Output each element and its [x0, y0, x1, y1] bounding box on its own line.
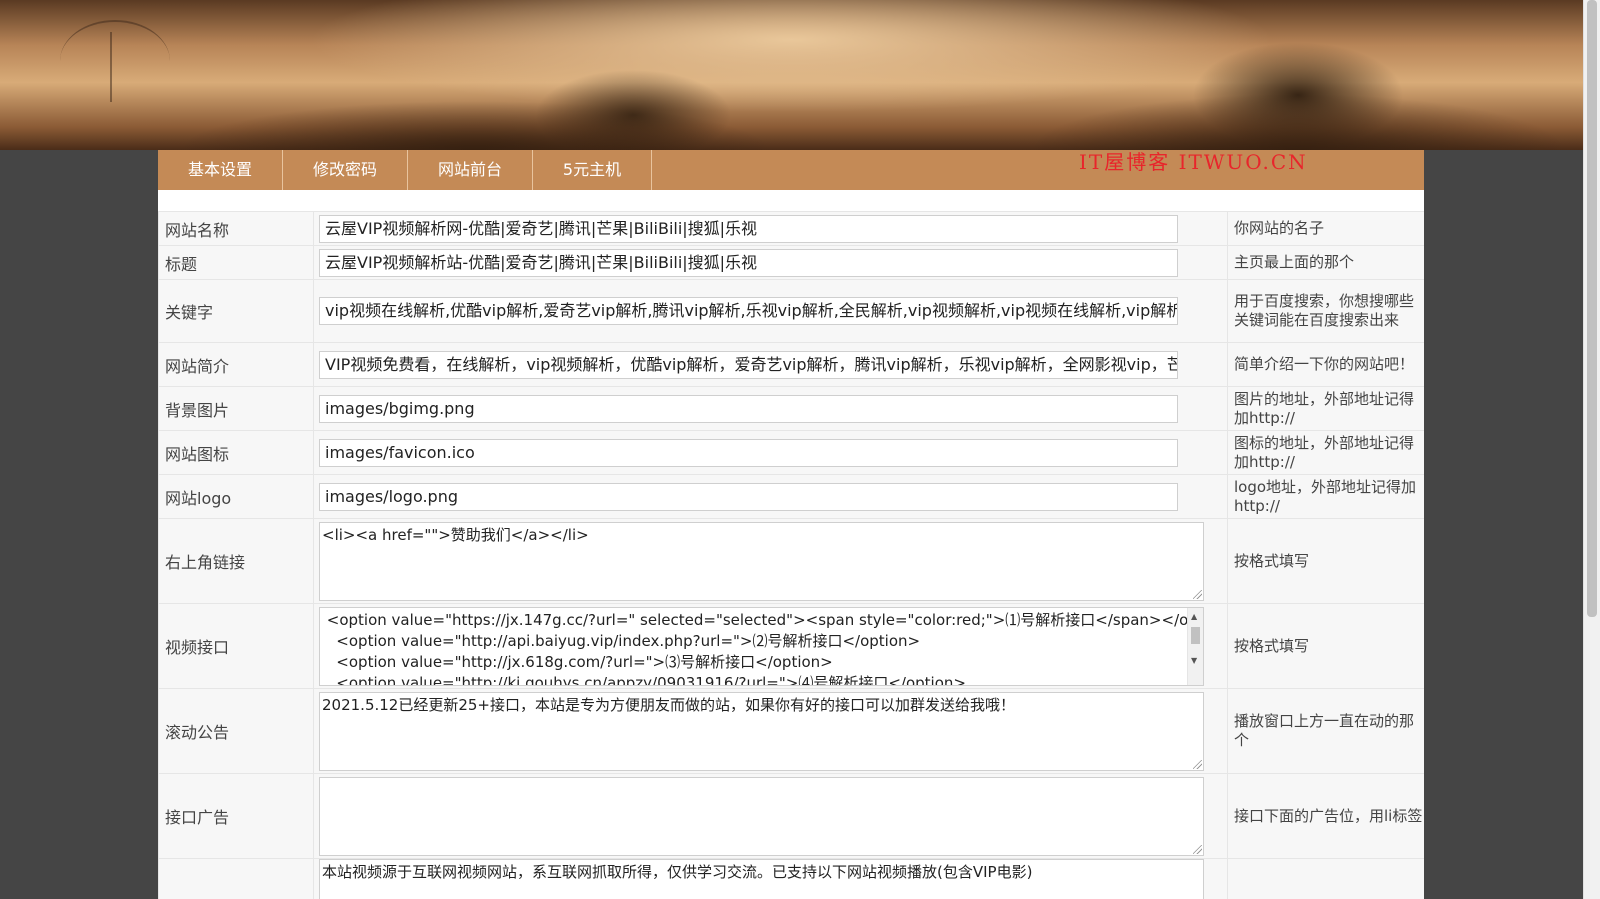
tip-notice — [1227, 858, 1424, 899]
row-logo: 网站logo images/logo.png logo地址，外部地址记得加htt… — [158, 474, 1424, 519]
video-api-textarea[interactable]: <option value="https://jx.147g.cc/?url="… — [319, 606, 1204, 686]
nav-change-password[interactable]: 修改密码 — [283, 150, 408, 190]
label-api-ad: 接口广告 — [158, 773, 314, 859]
textarea-scroll-thumb[interactable] — [1191, 626, 1200, 644]
page-scrollbar-thumb[interactable] — [1587, 0, 1597, 617]
resize-grip-icon[interactable] — [1193, 589, 1202, 599]
tip-title: 主页最上面的那个 — [1227, 245, 1424, 280]
marquee-textarea[interactable]: 2021.5.12已经更新25+接口，本站是专为方便朋友而做的站，如果你有好的接… — [319, 691, 1204, 771]
marquee-text: 2021.5.12已经更新25+接口，本站是专为方便朋友而做的站，如果你有好的接… — [322, 695, 1015, 714]
resize-grip-icon[interactable] — [1193, 844, 1202, 854]
admin-panel: 基本设置 修改密码 网站前台 5元主机 IT屋博客 ITWUO.CN 网站名称 … — [158, 150, 1424, 899]
textarea-scrollbar[interactable]: ▲ ▼ — [1187, 607, 1203, 685]
bg-image-input[interactable]: images/bgimg.png — [319, 394, 1178, 423]
keywords-input[interactable]: vip视频在线解析,优酷vip解析,爱奇艺vip解析,腾讯vip解析,乐视vip… — [319, 297, 1178, 325]
row-marquee: 滚动公告 2021.5.12已经更新25+接口，本站是专为方便朋友而做的站，如果… — [158, 688, 1424, 774]
label-marquee: 滚动公告 — [158, 688, 314, 774]
resize-grip-icon[interactable] — [1193, 759, 1202, 769]
nav-hosting[interactable]: 5元主机 — [533, 150, 652, 190]
nav-basic-settings[interactable]: 基本设置 — [158, 150, 283, 190]
notice-text: 本站视频源于互联网视频网站，系互联网抓取所得，仅供学习交流。已支持以下网站视频播… — [322, 863, 1033, 881]
label-favicon: 网站图标 — [158, 430, 314, 475]
tip-api-ad: 接口下面的广告位，用li标签 — [1227, 773, 1424, 859]
tip-video-api: 按格式填写 — [1227, 603, 1424, 689]
video-api-line: <option value="http://api.baiyug.vip/ind… — [322, 631, 921, 650]
tree-silhouette — [60, 20, 170, 102]
logo-input[interactable]: images/logo.png — [319, 482, 1178, 511]
notice-textarea[interactable]: 本站视频源于互联网视频网站，系互联网抓取所得，仅供学习交流。已支持以下网站视频播… — [319, 859, 1204, 899]
row-bg-image: 背景图片 images/bgimg.png 图片的地址，外部地址记得加http:… — [158, 386, 1424, 431]
tip-description: 简单介绍一下你的网站吧！ — [1227, 342, 1424, 387]
row-keywords: 关键字 vip视频在线解析,优酷vip解析,爱奇艺vip解析,腾讯vip解析,乐… — [158, 279, 1424, 343]
api-ad-textarea[interactable] — [319, 776, 1204, 856]
video-api-line: <option value="http://jx.618g.com/?url="… — [322, 652, 833, 671]
tip-keywords: 用于百度搜索，你想搜哪些关键词能在百度搜索出来 — [1227, 279, 1424, 343]
label-title: 标题 — [158, 245, 314, 280]
scroll-up-arrow-icon[interactable]: ▲ — [1191, 612, 1197, 622]
label-description: 网站简介 — [158, 342, 314, 387]
watermark-text: IT屋博客 ITWUO.CN — [1079, 150, 1308, 174]
top-links-text: <li><a href="">赞助我们</a></li> — [322, 525, 589, 544]
label-keywords: 关键字 — [158, 279, 314, 343]
label-site-name: 网站名称 — [158, 211, 314, 246]
row-api-ad: 接口广告 接口下面的广告位，用li标签 — [158, 773, 1424, 859]
label-bg-image: 背景图片 — [158, 386, 314, 431]
row-site-name: 网站名称 云屋VIP视频解析网-优酷|爱奇艺|腾讯|芒果|BiliBili|搜狐… — [158, 211, 1424, 246]
row-description: 网站简介 VIP视频免费看，在线解析，vip视频解析，优酷vip解析，爱奇艺vi… — [158, 342, 1424, 387]
row-title: 标题 云屋VIP视频解析站-优酷|爱奇艺|腾讯|芒果|BiliBili|搜狐|乐… — [158, 245, 1424, 280]
tip-favicon: 图标的地址，外部地址记得加http:// — [1227, 430, 1424, 475]
top-nav: 基本设置 修改密码 网站前台 5元主机 IT屋博客 ITWUO.CN — [158, 150, 1424, 190]
scroll-down-arrow-icon[interactable]: ▼ — [1191, 656, 1197, 666]
favicon-input[interactable]: images/favicon.ico — [319, 438, 1178, 467]
header-banner-image — [0, 0, 1583, 150]
video-api-line: <option value="https://jx.147g.cc/?url="… — [322, 610, 1204, 629]
title-input[interactable]: 云屋VIP视频解析站-优酷|爱奇艺|腾讯|芒果|BiliBili|搜狐|乐视 — [319, 248, 1178, 277]
nav-site-frontend[interactable]: 网站前台 — [408, 150, 533, 190]
row-top-links: 右上角链接 <li><a href="">赞助我们</a></li> 按格式填写 — [158, 518, 1424, 604]
description-input[interactable]: VIP视频免费看，在线解析，vip视频解析，优酷vip解析，爱奇艺vip解析，腾… — [319, 350, 1178, 379]
tip-top-links: 按格式填写 — [1227, 518, 1424, 604]
row-favicon: 网站图标 images/favicon.ico 图标的地址，外部地址记得加htt… — [158, 430, 1424, 475]
label-video-api: 视频接口 — [158, 603, 314, 689]
tip-logo: logo地址，外部地址记得加http:// — [1227, 474, 1424, 519]
site-name-input[interactable]: 云屋VIP视频解析网-优酷|爱奇艺|腾讯|芒果|BiliBili|搜狐|乐视 — [319, 214, 1178, 243]
tip-marquee: 播放窗口上方一直在动的那个 — [1227, 688, 1424, 774]
label-logo: 网站logo — [158, 474, 314, 519]
top-links-textarea[interactable]: <li><a href="">赞助我们</a></li> — [319, 521, 1204, 601]
tip-site-name: 你网站的名子 — [1227, 211, 1424, 246]
tip-bg-image: 图片的地址，外部地址记得加http:// — [1227, 386, 1424, 431]
settings-table: 网站名称 云屋VIP视频解析网-优酷|爱奇艺|腾讯|芒果|BiliBili|搜狐… — [158, 211, 1424, 899]
label-top-links: 右上角链接 — [158, 518, 314, 604]
row-notice: 本站视频源于互联网视频网站，系互联网抓取所得，仅供学习交流。已支持以下网站视频播… — [158, 858, 1424, 899]
label-notice — [158, 858, 314, 899]
row-video-api: 视频接口 <option value="https://jx.147g.cc/?… — [158, 603, 1424, 689]
video-api-line: <option value="http://ki.gouhys.cn/appzy… — [322, 673, 966, 686]
